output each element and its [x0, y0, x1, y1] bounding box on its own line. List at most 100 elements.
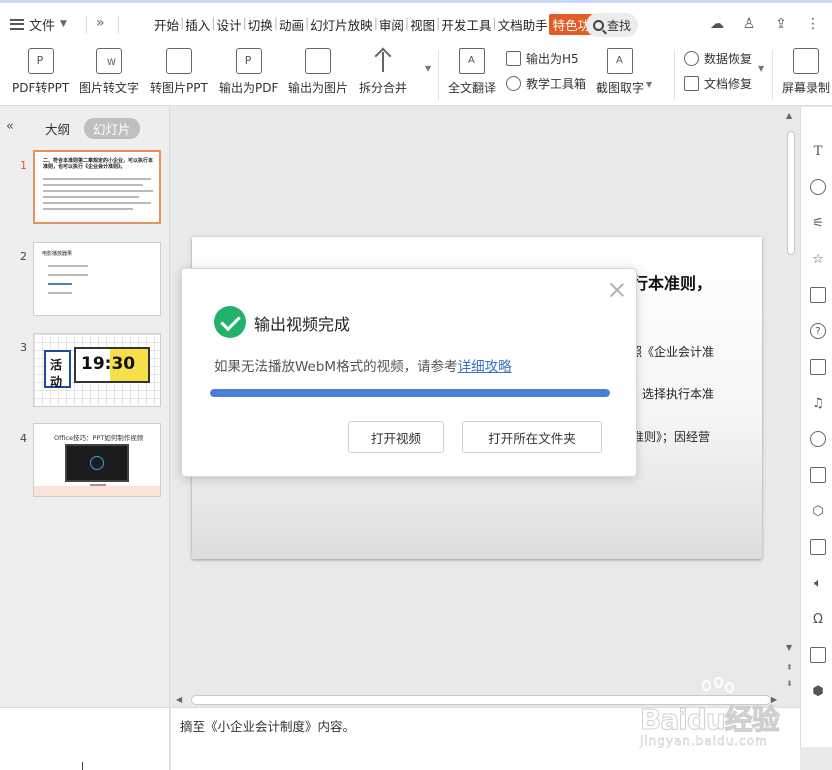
search-button[interactable]: 查找 [586, 13, 638, 37]
open-video-button[interactable]: 打开视频 [348, 421, 444, 453]
more-tabs-icon[interactable]: » [96, 15, 105, 31]
screen-record-button[interactable]: 屏幕录制 [782, 48, 830, 96]
split-merge-button[interactable]: 拆分合并 [359, 48, 407, 96]
export-complete-dialog: 输出视频完成 如果无法播放WebM格式的视频，请参考详细攻略 打开视频 打开所在… [181, 268, 637, 477]
thumbnail-title: 电影播放器果 [42, 251, 73, 257]
scroll-down-icon[interactable]: ▼ [786, 643, 792, 652]
slide-number: 1 [20, 159, 27, 172]
scroll-left-icon[interactable]: ◀ [176, 695, 182, 704]
slide-thumbnail-1[interactable]: 二、符合本准则第二章规定的小企业，可以执行本准则，也可以执行《企业会计准则》。 [33, 150, 161, 224]
layout-icon[interactable] [810, 287, 826, 303]
dialog-message: 如果无法播放WebM格式的视频，请参考详细攻略 [214, 355, 512, 375]
monitor-image [65, 444, 129, 482]
text-icon[interactable]: T [810, 143, 826, 159]
table-icon[interactable] [810, 539, 826, 555]
gallery-icon[interactable] [810, 647, 826, 663]
tab-transition[interactable]: 切换 [247, 15, 274, 35]
adjust-icon[interactable]: ⚟ [810, 215, 826, 231]
screenshot-ocr-button[interactable]: 截图取字 [596, 48, 644, 96]
ribbon-toolbar: PDF转PPT 图片转文字 转图片PPT 输出为PDF 输出为图片 拆分合并 ▼… [0, 44, 832, 106]
collapse-panel-icon[interactable]: « [6, 119, 14, 134]
pdf-to-ppt-button[interactable]: PDF转PPT [12, 48, 69, 96]
share-icon[interactable]: ⇪ [772, 15, 790, 33]
omega-icon[interactable]: Ω [810, 611, 826, 627]
file-menu-button[interactable]: 文件 ▼ [10, 13, 67, 35]
slide-text-line: ，选择执行本准 [630, 387, 715, 401]
slide-heading: 行本准则， [632, 274, 713, 293]
sound-icon[interactable]: 🔈︎ [810, 575, 826, 591]
button-label: 教学工具箱 [526, 77, 587, 91]
tab-doc-assistant[interactable]: 文档助手 [497, 15, 549, 35]
button-label: 屏幕录制 [782, 81, 831, 95]
data-recovery-button[interactable]: 数据恢复 [684, 50, 752, 67]
tab-home[interactable]: 开始 [153, 15, 180, 35]
slide-number: 2 [20, 250, 27, 263]
prev-slide-icon[interactable]: ⇞ [786, 663, 793, 672]
slide-thumbnail-3[interactable]: 19:30 活动 [33, 333, 161, 407]
export-image-button[interactable]: 输出为图片 [288, 48, 348, 96]
shape-icon[interactable] [810, 179, 826, 195]
full-translate-button[interactable]: 全文翻译 [448, 48, 496, 96]
tab-view[interactable]: 视图 [409, 15, 436, 35]
scroll-up-icon[interactable]: ▲ [786, 111, 792, 120]
repair-icon [684, 76, 699, 91]
bell-icon[interactable]: ♫ [810, 395, 826, 411]
button-label: 输出为图片 [288, 81, 349, 95]
dropdown-arrow-icon[interactable]: ▼ [758, 64, 764, 73]
tab-animation[interactable]: 动画 [278, 15, 305, 35]
image-to-text-button[interactable]: 图片转文字 [79, 48, 139, 96]
right-side-toolbar: T ⚟ ☆ ? ♫ ⬡ 🔈︎ Ω ⬢ [800, 107, 832, 747]
button-label: 输出为PDF [219, 81, 279, 95]
time-card: 19:30 [74, 347, 150, 383]
export-pdf-button[interactable]: 输出为PDF [219, 48, 278, 96]
progress-fill [210, 389, 610, 397]
tab-developer[interactable]: 开发工具 [440, 15, 492, 35]
to-image-ppt-button[interactable]: 转图片PPT [150, 48, 208, 96]
slide-thumbnail-4[interactable]: Office技巧：PPT如何制作视频 [33, 423, 161, 497]
vertical-scrollbar[interactable]: ▲ ▼ ⇞ ⇟ [783, 107, 799, 697]
scrollbar-thumb[interactable] [787, 131, 795, 255]
star-icon[interactable]: ☆ [810, 251, 826, 267]
help-icon[interactable]: ? [810, 323, 826, 339]
image-text-icon [96, 48, 122, 74]
close-icon[interactable] [608, 281, 626, 299]
tab-review[interactable]: 审阅 [378, 15, 405, 35]
divider [772, 50, 773, 100]
more-options-icon[interactable]: ⋮ [804, 15, 822, 33]
teaching-toolbox-button[interactable]: 教学工具箱 [506, 75, 586, 92]
cube-icon[interactable]: ⬡ [810, 503, 826, 519]
top-right-icons: ☁ ♙ ⇪ ⋮ [708, 15, 822, 33]
menu-bar: 文件 ▼ » 开始 | 插入 | 设计 | 切换 | 动画 | 幻灯片放映 | 审阅 | 视图… [0, 0, 832, 44]
export-h5-button[interactable]: 输出为H5 [506, 50, 579, 67]
translate-icon [459, 48, 485, 74]
tab-slideshow[interactable]: 幻灯片放映 [309, 15, 374, 35]
tab-outline[interactable]: 大纲 [45, 119, 70, 138]
cloud-icon[interactable]: ☁ [708, 15, 726, 33]
toolbox-icon [506, 76, 521, 91]
tab-slides[interactable]: 幻灯片 [84, 118, 140, 139]
add-user-icon[interactable]: ♙ [740, 15, 758, 33]
doc-repair-button[interactable]: 文档修复 [684, 75, 752, 92]
slide-thumbnail-2[interactable]: 电影播放器果 [33, 242, 161, 316]
button-label: 拆分合并 [359, 81, 408, 95]
copy-icon[interactable] [810, 359, 826, 375]
slide-text-line: 照《企业会计准 [630, 345, 715, 359]
watermark-brand: Baidu经验 [640, 703, 781, 737]
pdf-icon [27, 48, 54, 74]
tab-insert[interactable]: 插入 [184, 15, 211, 35]
more-tools-icon[interactable]: ⬢ [810, 683, 826, 699]
divider [86, 16, 87, 34]
slide-navigation-panel: « 大纲 幻灯片 1 二、符合本准则第二章规定的小企业，可以执行本准则，也可以执… [0, 107, 170, 707]
picture-icon[interactable] [810, 467, 826, 483]
button-label: 文档修复 [704, 77, 753, 91]
dropdown-arrow-icon[interactable]: ▼ [646, 80, 652, 89]
tab-design[interactable]: 设计 [215, 15, 242, 35]
divider [118, 16, 119, 34]
export-progress-bar [210, 389, 610, 397]
detailed-guide-link[interactable]: 详细攻略 [458, 359, 512, 375]
divider [438, 50, 439, 100]
open-folder-button[interactable]: 打开所在文件夹 [462, 421, 602, 453]
palette-icon[interactable] [810, 431, 826, 447]
dropdown-arrow-icon[interactable]: ▼ [425, 64, 431, 73]
image-icon [165, 48, 192, 74]
